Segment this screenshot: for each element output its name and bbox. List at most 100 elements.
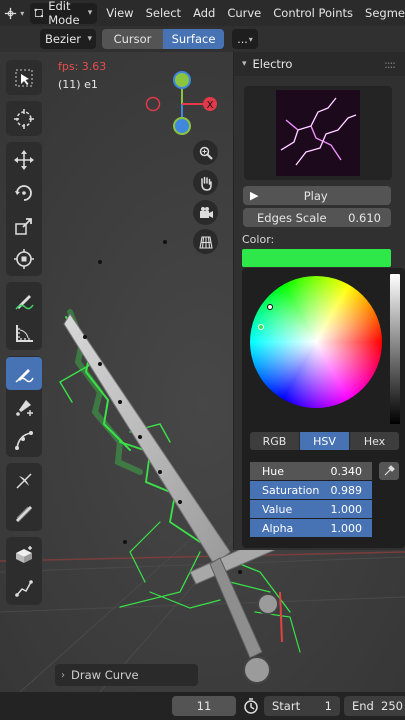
header-bar: ▾ Edit Mode ▾ View Select Add Curve Cont… — [0, 0, 405, 27]
edges-scale-field[interactable]: Edges Scale 0.610 — [243, 208, 391, 227]
measure-tool[interactable] — [6, 316, 42, 349]
color-swatch[interactable] — [242, 249, 391, 267]
mode-select-label: Edit Mode — [48, 0, 80, 27]
fps-readout: fps: 3.63 — [58, 60, 107, 73]
panel-header[interactable]: ▾ Electro :::: — [234, 52, 405, 76]
wheel-cursor[interactable] — [267, 304, 273, 310]
hue-field[interactable]: Hue 0.340 — [250, 462, 372, 480]
play-label: Play — [303, 188, 328, 203]
depth-segmented-control: Cursor Surface — [102, 29, 224, 49]
eyedropper-icon — [384, 465, 395, 476]
chevron-right-icon: › — [61, 669, 65, 681]
menu-control-points[interactable]: Control Points — [273, 6, 353, 20]
end-value: 250 — [381, 699, 403, 713]
hand-icon — [200, 176, 212, 191]
mode-select[interactable]: Edit Mode ▾ — [29, 0, 98, 27]
tool-shelf — [6, 60, 42, 611]
value-value: 1.000 — [330, 502, 363, 516]
color-picker-popup: RGB HSV Hex Hue 0.340 Saturation 0.989 V… — [242, 268, 405, 548]
curve-edit-icon — [15, 430, 33, 450]
menu-curve[interactable]: Curve — [227, 6, 261, 20]
gizmo-y-top — [173, 71, 191, 89]
curve-type-select[interactable]: Bezier ▾ — [40, 29, 96, 49]
camera-view-button[interactable] — [193, 200, 218, 225]
value-slider[interactable] — [390, 274, 400, 424]
pan-button[interactable] — [193, 170, 218, 195]
hue-value: 0.340 — [330, 464, 363, 478]
more-options-button[interactable]: ... ▾ — [232, 29, 258, 49]
edges-scale-label: Edges Scale — [257, 210, 327, 225]
end-label: End — [352, 699, 374, 713]
randomize-tool[interactable] — [6, 571, 42, 604]
play-icon: ▶ — [250, 189, 259, 202]
perspective-toggle-button[interactable] — [193, 229, 218, 254]
current-frame-field[interactable]: 11 — [172, 696, 236, 716]
menu-select[interactable]: Select — [146, 6, 181, 20]
menu-view[interactable]: View — [106, 6, 133, 20]
gizmo-z-bottom — [173, 117, 191, 135]
end-frame-field[interactable]: End 250 — [344, 696, 405, 716]
more-options-label: ... — [237, 32, 248, 46]
hue-saturation-wheel[interactable] — [250, 276, 382, 408]
scale-tool[interactable] — [6, 209, 42, 242]
pen-tool[interactable] — [6, 390, 42, 423]
chevron-down-icon: ▾ — [242, 59, 247, 69]
alpha-field[interactable]: Alpha 1.000 — [250, 519, 372, 537]
navigation-gizmo[interactable]: X — [140, 66, 230, 136]
select-box-tool[interactable] — [6, 61, 42, 94]
eyedropper-button[interactable] — [379, 462, 399, 480]
curve-edit-tool[interactable] — [6, 423, 42, 456]
extrude-icon — [16, 545, 32, 563]
depth-surface-button[interactable]: Surface — [163, 29, 224, 49]
drag-handle-icon[interactable]: :::: — [384, 58, 396, 71]
transform-tool[interactable] — [6, 242, 42, 275]
scale-icon — [15, 217, 32, 235]
current-frame-value: 11 — [196, 699, 212, 713]
tilt-tool[interactable] — [6, 464, 42, 497]
hue-label: Hue — [262, 464, 285, 478]
transform-icon — [14, 248, 34, 269]
tilt-icon — [16, 472, 32, 489]
gizmo-x-label: X — [207, 100, 214, 111]
value-label: Value — [262, 502, 293, 516]
depth-cursor-button[interactable]: Cursor — [102, 29, 163, 49]
chevron-down-icon: ▾ — [87, 8, 93, 18]
cursor-icon — [14, 108, 34, 129]
tab-hsv[interactable]: HSV — [300, 432, 350, 450]
move-icon — [14, 149, 34, 170]
tab-rgb[interactable]: RGB — [250, 432, 300, 450]
lightning-icon — [276, 90, 360, 176]
measure-icon — [16, 324, 33, 342]
editor-type-button[interactable]: ▾ — [2, 2, 26, 24]
zoom-button[interactable] — [193, 140, 218, 165]
tool-settings-bar: Bezier ▾ Cursor Surface ... ▾ — [0, 26, 405, 52]
chevron-down-icon: ▾ — [87, 34, 92, 44]
saturation-value: 0.989 — [330, 483, 363, 497]
extrude-tool[interactable] — [6, 538, 42, 571]
rotate-tool[interactable] — [6, 176, 42, 209]
clock-icon[interactable] — [242, 697, 260, 715]
play-button[interactable]: ▶ Play — [243, 186, 391, 205]
operator-panel-toggle[interactable]: › Draw Curve — [55, 664, 198, 686]
operator-panel-label: Draw Curve — [71, 668, 139, 682]
cursor-tool[interactable] — [6, 102, 42, 135]
wheel-selected-marker — [258, 324, 264, 330]
value-field[interactable]: Value 1.000 — [250, 500, 372, 518]
color-mode-tabs: RGB HSV Hex — [250, 432, 399, 450]
lightning-preview-image — [276, 90, 360, 176]
menu-add[interactable]: Add — [193, 6, 215, 20]
timeline-bar: 11 Start 1 End 250 — [0, 692, 405, 720]
annotate-tool[interactable] — [6, 283, 42, 316]
alpha-value: 1.000 — [330, 521, 363, 535]
menu-segments[interactable]: Segme — [365, 6, 405, 20]
tab-hex[interactable]: Hex — [350, 432, 399, 450]
start-frame-field[interactable]: Start 1 — [264, 696, 340, 716]
preview-thumbnail[interactable] — [244, 86, 392, 180]
draw-tool[interactable] — [6, 357, 42, 390]
edit-mode-icon — [34, 8, 43, 18]
pen-icon — [16, 399, 33, 416]
rotate-icon — [15, 184, 32, 201]
move-tool[interactable] — [6, 143, 42, 176]
saturation-field[interactable]: Saturation 0.989 — [250, 481, 372, 499]
radius-tool[interactable] — [6, 497, 42, 530]
